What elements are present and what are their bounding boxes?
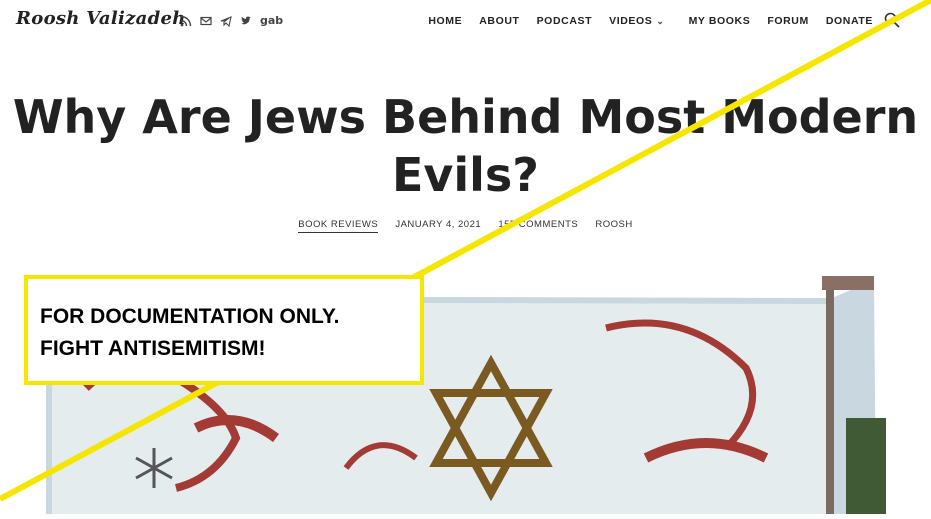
author-link[interactable]: ROOSH bbox=[595, 219, 632, 230]
notice-text: FOR DOCUMENTATION ONLY. FIGHT ANTISEMITI… bbox=[40, 301, 339, 365]
comments-link[interactable]: 155 COMMENTS bbox=[498, 219, 578, 230]
site-header: Roosh Valizadeh gab HOME ABOUT PODCAST V… bbox=[0, 0, 931, 44]
rss-icon[interactable] bbox=[180, 15, 192, 27]
chevron-down-icon: ⌄ bbox=[656, 15, 665, 26]
site-logo[interactable]: Roosh Valizadeh bbox=[16, 8, 186, 29]
email-icon[interactable] bbox=[200, 15, 212, 27]
nav-my-books[interactable]: MY BOOKS bbox=[689, 15, 751, 27]
category-link[interactable]: BOOK REVIEWS bbox=[298, 219, 379, 233]
documentation-notice: FOR DOCUMENTATION ONLY. FIGHT ANTISEMITI… bbox=[24, 275, 424, 385]
nav-forum[interactable]: FORUM bbox=[767, 15, 809, 27]
nav-donate[interactable]: DONATE bbox=[826, 15, 873, 27]
twitter-icon[interactable] bbox=[240, 15, 252, 27]
post-date: JANUARY 4, 2021 bbox=[395, 219, 482, 230]
article-meta: BOOK REVIEWS JANUARY 4, 2021 155 COMMENT… bbox=[0, 219, 931, 233]
article-title: Why Are Jews Behind Most Modern Evils? bbox=[0, 88, 931, 204]
search-icon[interactable] bbox=[884, 12, 900, 33]
title-line-2: Evils? bbox=[391, 148, 539, 202]
nav-podcast[interactable]: PODCAST bbox=[537, 15, 593, 27]
social-links: gab bbox=[180, 14, 283, 27]
nav-videos[interactable]: VIDEOS ⌄ bbox=[609, 15, 664, 27]
main-nav: HOME ABOUT PODCAST VIDEOS ⌄ MY BOOKS FORU… bbox=[411, 15, 931, 27]
title-line-1: Why Are Jews Behind Most Modern bbox=[12, 90, 919, 144]
gab-link[interactable]: gab bbox=[260, 14, 283, 27]
nav-videos-label: VIDEOS bbox=[609, 15, 653, 27]
nav-about[interactable]: ABOUT bbox=[479, 15, 519, 27]
notice-line-1: FOR DOCUMENTATION ONLY. bbox=[40, 305, 340, 328]
notice-line-2: FIGHT ANTISEMITISM! bbox=[40, 337, 266, 360]
telegram-icon[interactable] bbox=[220, 15, 232, 27]
nav-home[interactable]: HOME bbox=[428, 15, 462, 27]
